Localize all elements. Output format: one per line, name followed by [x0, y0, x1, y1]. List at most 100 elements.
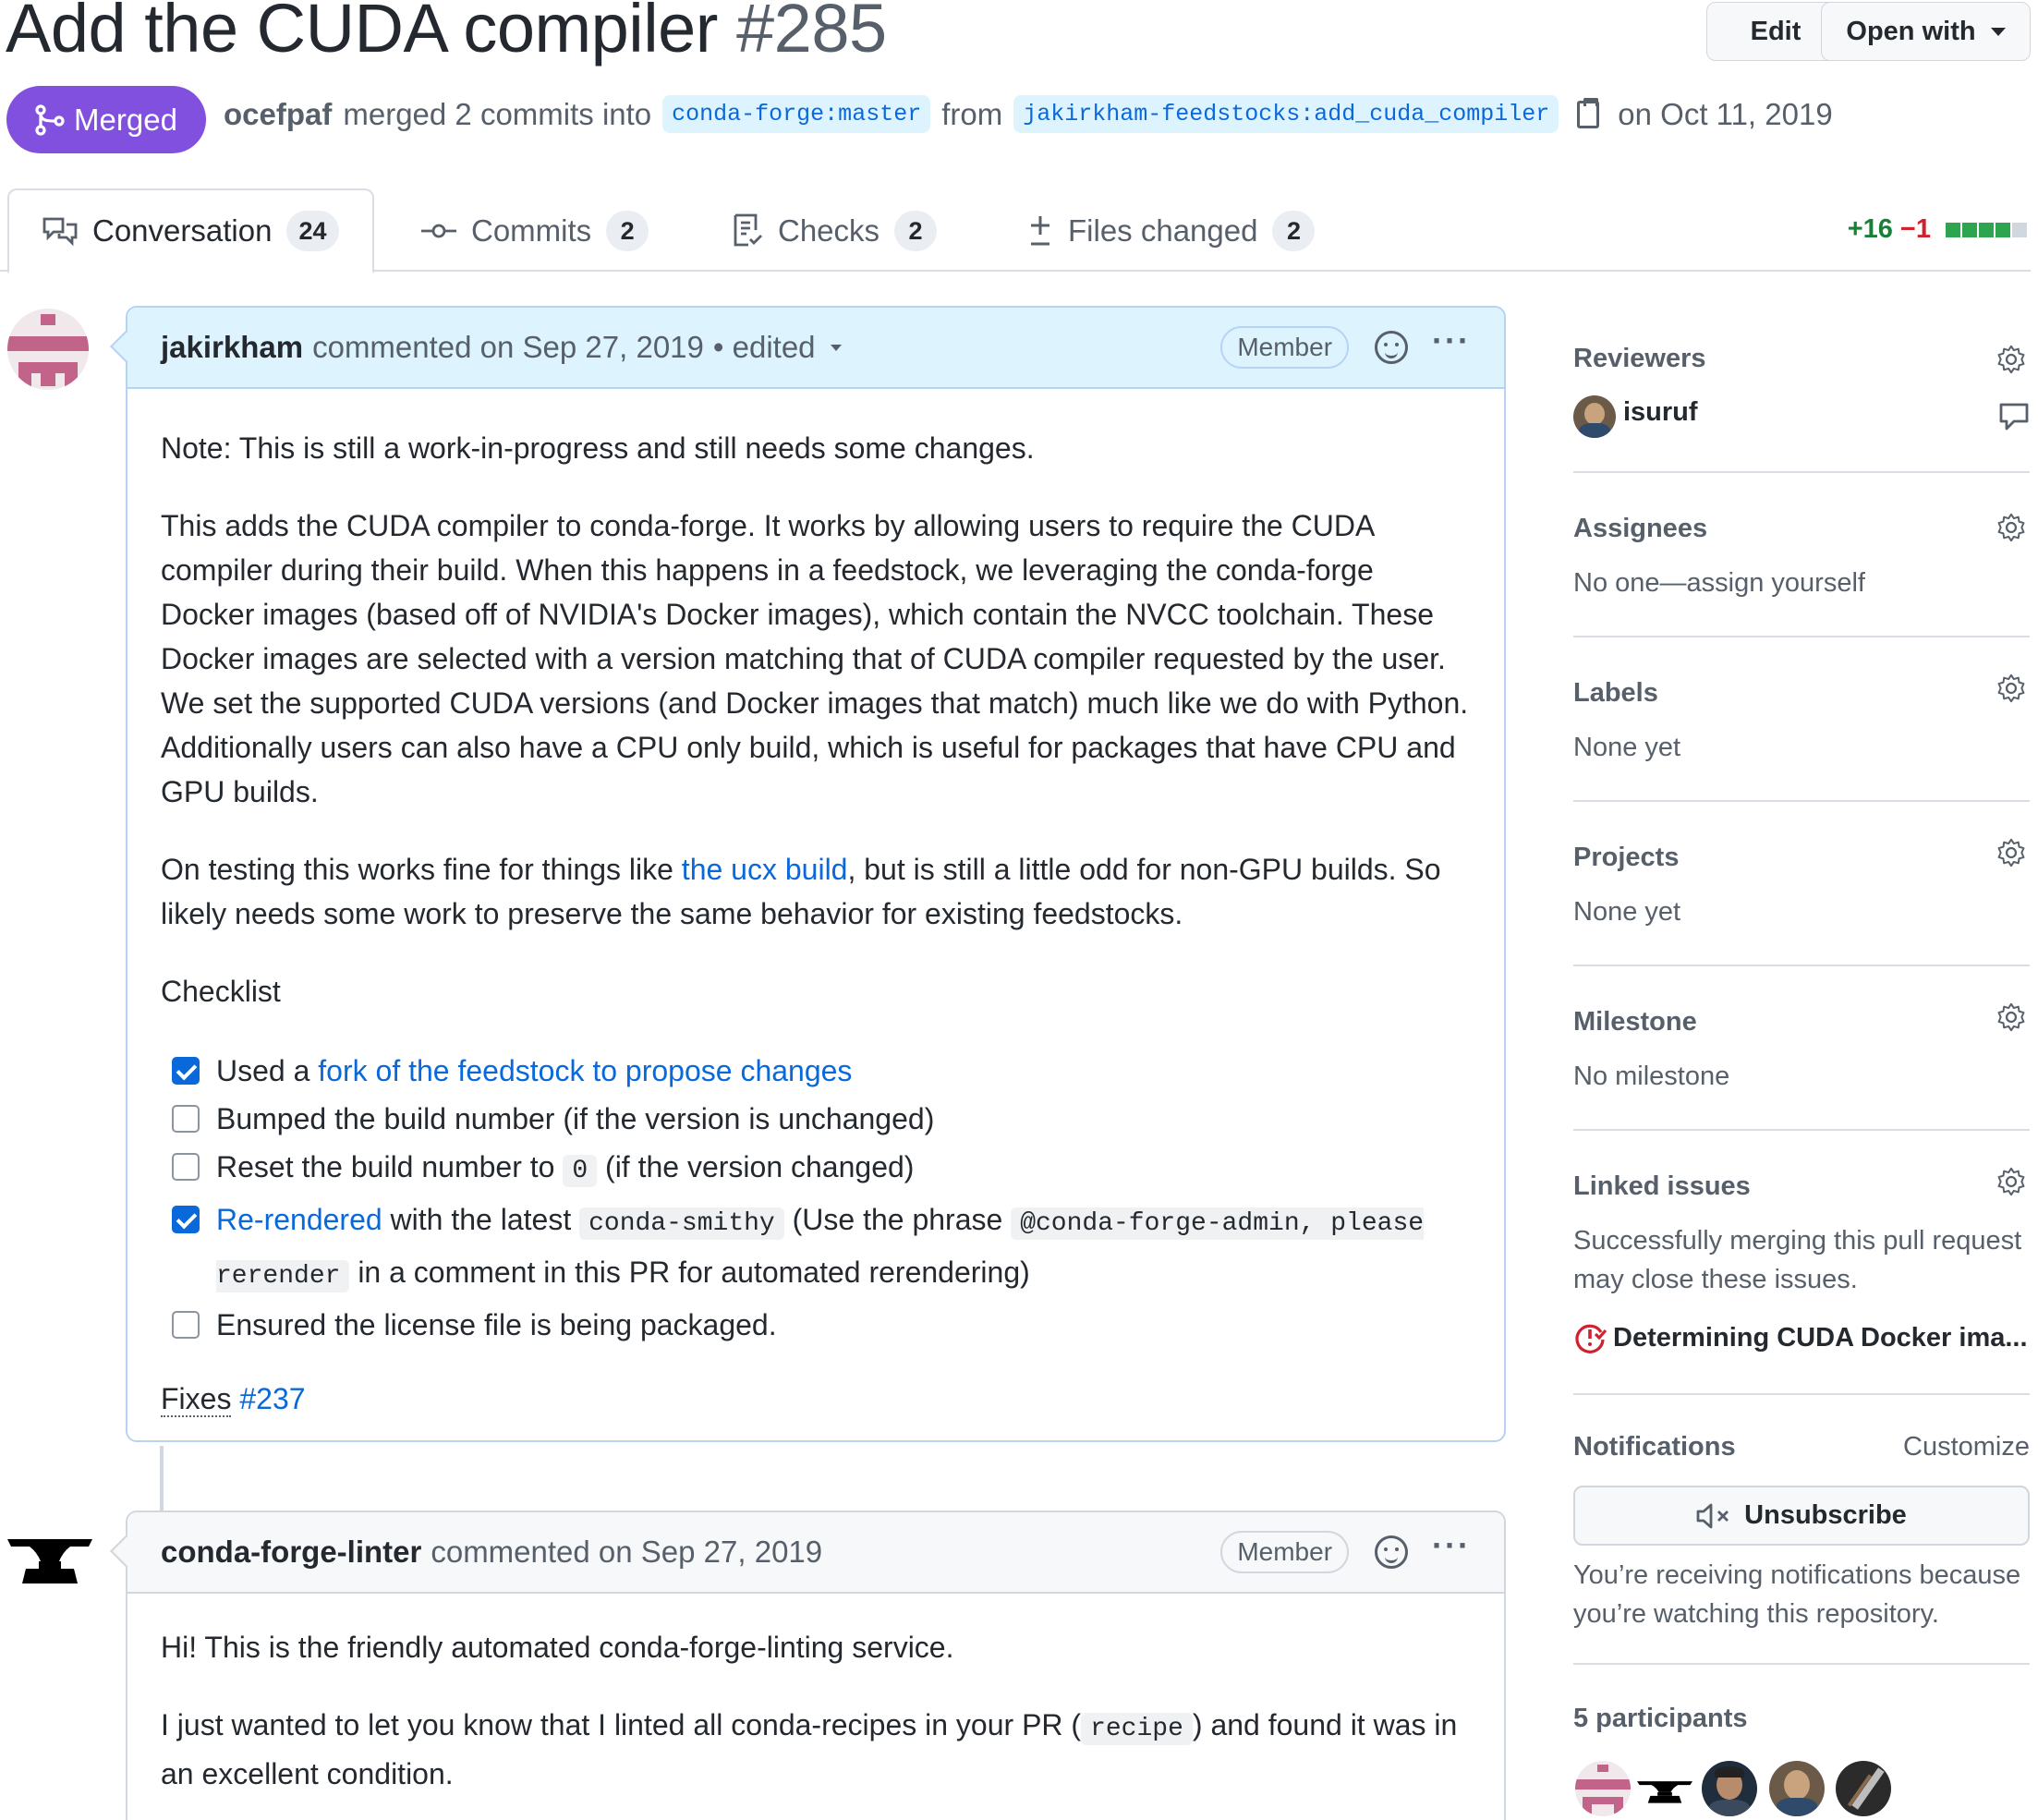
- pr-meta: ocefpaf merged 2 commits into conda-forg…: [224, 95, 1833, 133]
- edited-dropdown[interactable]: • edited: [713, 330, 816, 365]
- smiley-icon[interactable]: [1375, 331, 1409, 364]
- comment-header: jakirkham commented on Sep 27, 2019 • ed…: [127, 308, 1504, 389]
- anvil-avatar[interactable]: [7, 1535, 92, 1587]
- inline-code: recipe: [1081, 1713, 1193, 1745]
- checkbox-checked[interactable]: [172, 1057, 200, 1085]
- triangle-down-icon: [1990, 27, 2006, 36]
- comment-paragraph: This adds the CUDA compiler to conda-for…: [161, 509, 1469, 808]
- open-with-label: Open with: [1846, 16, 1976, 46]
- sidebar-title: Milestone: [1573, 1007, 1697, 1037]
- mute-icon: [1696, 1503, 1729, 1528]
- pr-tabs: Conversation 24 Commits 2 Checks 2 Files…: [0, 188, 2038, 273]
- diffstat: +16 −1: [1848, 214, 2027, 245]
- comment-author[interactable]: conda-forge-linter: [161, 1535, 421, 1570]
- state-badge: Merged: [6, 86, 206, 153]
- tab-conversation-count: 24: [286, 211, 339, 251]
- tab-checks[interactable]: Checks 2: [734, 188, 938, 273]
- checkbox-unchecked[interactable]: [172, 1153, 200, 1181]
- open-with-button[interactable]: Open with: [1821, 2, 2031, 61]
- gear-icon[interactable]: [1996, 512, 2027, 543]
- sidebar-title: 5 participants: [1573, 1704, 1748, 1733]
- issue-link[interactable]: #237: [239, 1382, 305, 1415]
- sidebar-labels: Labels: [1573, 678, 2030, 709]
- fixes-line: Fixes #237: [161, 1377, 1471, 1421]
- participant-avatar[interactable]: [1769, 1761, 1825, 1816]
- linked-issues-text: Successfully merging this pull request m…: [1573, 1226, 2022, 1294]
- diffstat-block: [1979, 222, 1994, 237]
- gear-icon[interactable]: [1996, 344, 2027, 375]
- tab-conversation[interactable]: Conversation 24: [7, 188, 374, 273]
- inline-code: conda-smithy: [579, 1207, 784, 1240]
- gear-icon[interactable]: [1996, 837, 2027, 868]
- sidebar-divider: [1573, 965, 2030, 966]
- checklist-icon: [734, 213, 762, 247]
- reviewer-name[interactable]: isuruf: [1623, 397, 1698, 428]
- unsubscribe-label: Unsubscribe: [1744, 1500, 1907, 1530]
- linked-issue-link[interactable]: Determining CUDA Docker ima...: [1613, 1323, 2028, 1353]
- diffstat-block: [1946, 222, 1960, 237]
- gear-icon[interactable]: [1996, 673, 2027, 704]
- sidebar-divider: [1573, 471, 2030, 473]
- diffstat-block: [1962, 222, 1977, 237]
- head-branch[interactable]: jakirkham-feedstocks:add_cuda_compiler: [1013, 95, 1559, 133]
- participant-avatar[interactable]: [1702, 1761, 1757, 1816]
- comment-timestamp[interactable]: commented on Sep 27, 2019: [431, 1535, 822, 1570]
- merged-text: merged 2 commits into: [343, 96, 652, 131]
- git-commit-icon: [421, 224, 456, 238]
- avatar-jakirkham[interactable]: [7, 309, 89, 390]
- inline-code: 0: [563, 1155, 598, 1187]
- checkbox-checked[interactable]: [172, 1206, 200, 1233]
- timeline-line: [160, 1446, 164, 1511]
- participant-avatar[interactable]: [1575, 1761, 1631, 1816]
- sidebar-divider: [1573, 636, 2030, 637]
- diffstat-block: [2012, 222, 2027, 237]
- checkbox-unchecked[interactable]: [172, 1105, 200, 1133]
- sidebar-divider: [1573, 1393, 2030, 1395]
- sidebar-title: Reviewers: [1573, 344, 1706, 373]
- checklist-item: Ensured the license file is being packag…: [161, 1301, 1471, 1349]
- tab-commits[interactable]: Commits 2: [421, 188, 649, 273]
- tab-commits-count: 2: [606, 211, 649, 251]
- issue-closed-icon: [1575, 1324, 1607, 1353]
- customize-link[interactable]: Customize: [1903, 1432, 2030, 1462]
- merge-date: on Oct 11, 2019: [1618, 96, 1833, 131]
- sidebar-title: Labels: [1573, 678, 1658, 708]
- comment-conda-forge-linter: conda-forge-linter commented on Sep 27, …: [110, 1511, 1506, 1820]
- sidebar-milestone: Milestone: [1573, 1007, 2030, 1037]
- diffstat-bar: [1944, 222, 2027, 237]
- rerendered-link[interactable]: Re-rendered: [216, 1203, 382, 1236]
- smiley-icon[interactable]: [1375, 1535, 1409, 1569]
- diffstat-deletions: −1: [1899, 214, 1931, 244]
- triangle-down-icon[interactable]: [830, 344, 842, 351]
- participant-avatar[interactable]: [1637, 1761, 1692, 1816]
- reviewer-avatar[interactable]: [1573, 395, 1616, 438]
- assignees-value[interactable]: No one—assign yourself: [1573, 564, 2030, 602]
- checkbox-unchecked[interactable]: [172, 1311, 200, 1339]
- participant-avatar[interactable]: [1836, 1761, 1891, 1816]
- unsubscribe-button[interactable]: Unsubscribe: [1573, 1486, 2030, 1546]
- gear-icon[interactable]: [1996, 1166, 2027, 1197]
- fork-link[interactable]: fork of the feedstock to propose changes: [318, 1054, 852, 1087]
- copy-icon[interactable]: [1577, 97, 1600, 128]
- kebab-horizontal-icon[interactable]: ···: [1432, 1529, 1471, 1562]
- kebab-horizontal-icon[interactable]: ···: [1432, 324, 1471, 358]
- merged-by-link[interactable]: ocefpaf: [224, 97, 332, 132]
- tab-files-count: 2: [1272, 211, 1316, 251]
- page-title: Add the CUDA compiler #285: [6, 0, 887, 67]
- diffstat-block: [1996, 222, 2010, 237]
- checklist-item: Bumped the build number (if the version …: [161, 1095, 1471, 1143]
- tab-commits-label: Commits: [471, 213, 592, 248]
- tab-files-changed[interactable]: Files changed 2: [1027, 188, 1316, 273]
- ucx-build-link[interactable]: the ucx build: [682, 853, 848, 886]
- base-branch[interactable]: conda-forge:master: [662, 95, 931, 133]
- comment-timestamp[interactable]: commented on Sep 27, 2019: [312, 330, 704, 365]
- gear-icon[interactable]: [1996, 1001, 2027, 1033]
- tab-conversation-label: Conversation: [92, 213, 273, 248]
- sidebar-participants: 5 participants: [1573, 1704, 2030, 1734]
- comment-icon[interactable]: [1998, 401, 2030, 432]
- edit-button-label: Edit: [1750, 16, 1801, 46]
- sidebar-title: Assignees: [1573, 514, 1708, 543]
- comment-author[interactable]: jakirkham: [161, 330, 303, 365]
- checklist-item: Re-rendered with the latest conda-smithy…: [161, 1195, 1471, 1301]
- sidebar-projects: Projects: [1573, 843, 2030, 873]
